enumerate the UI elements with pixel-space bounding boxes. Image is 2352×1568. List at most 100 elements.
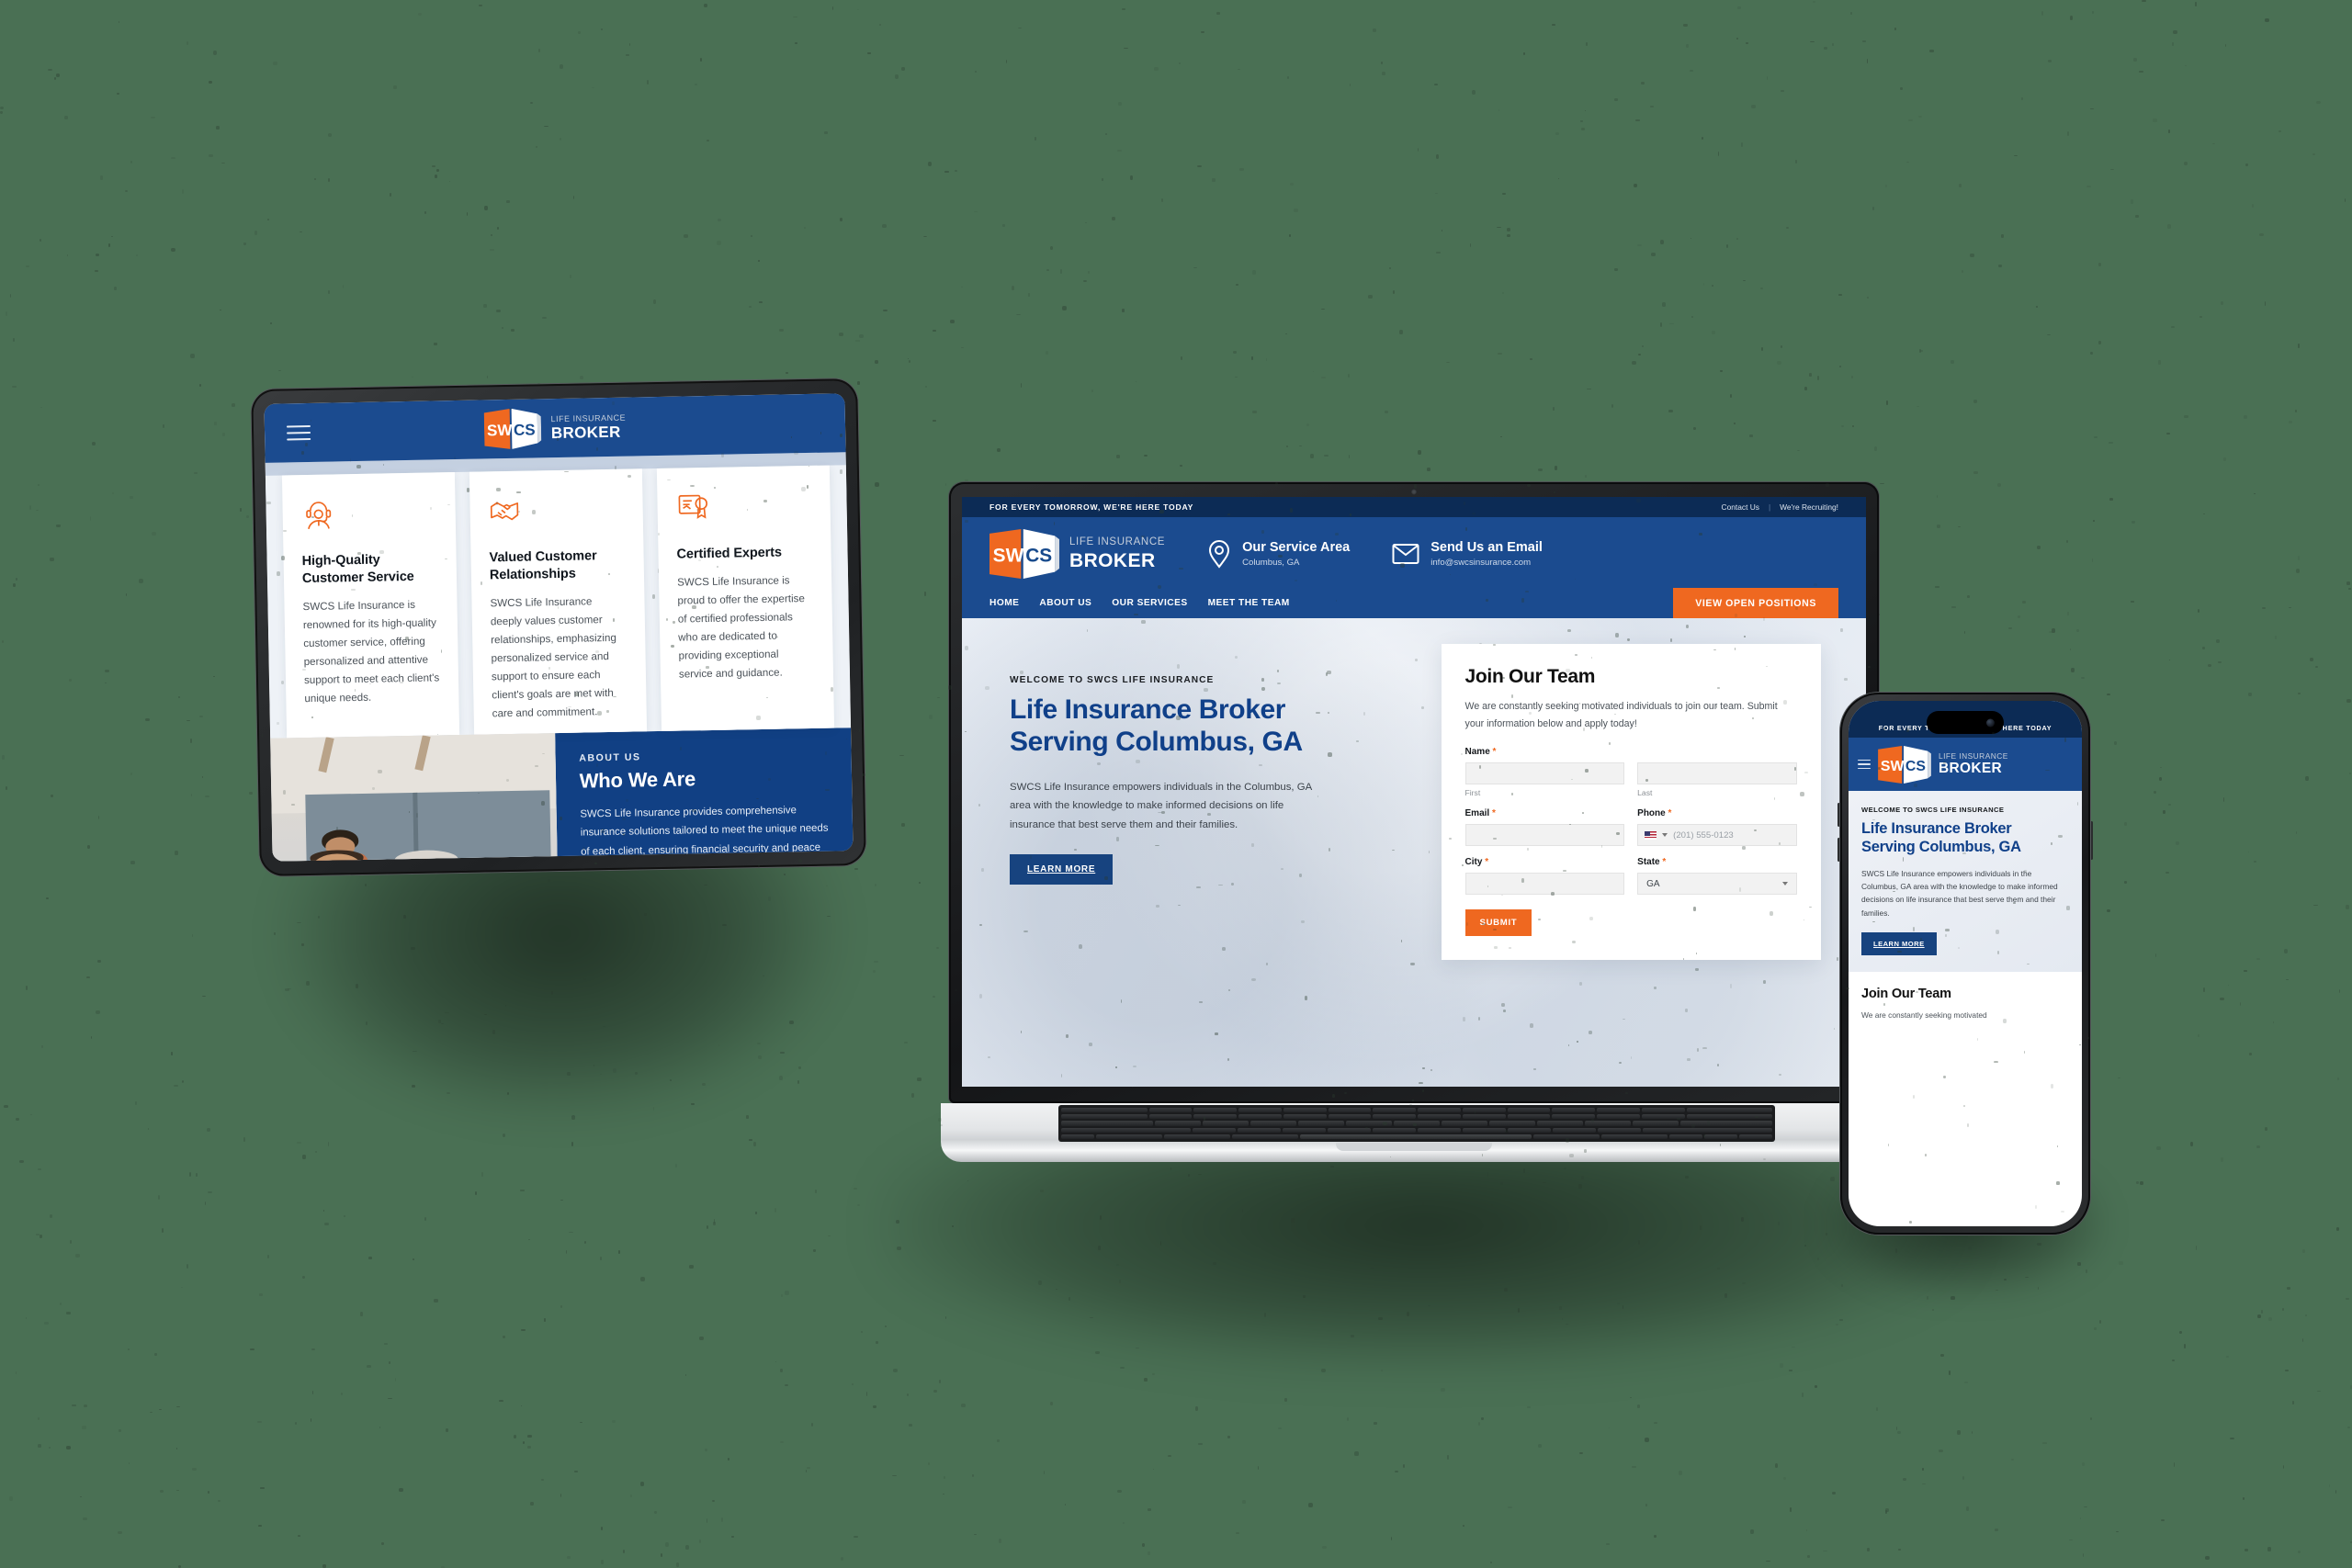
submit-button[interactable]: SUBMIT xyxy=(1465,909,1532,936)
form-title: Join Our Team xyxy=(1861,987,2069,1001)
svg-text:CS: CS xyxy=(1025,546,1052,567)
phone-label-text: Phone xyxy=(1637,808,1666,818)
tablet-about-section: ABOUT US Who We Are SWCS Life Insurance … xyxy=(270,728,853,862)
phone-screen: FOR EVERY TOMORROW, WE'RE HERE TODAY SW … xyxy=(1849,701,2082,1226)
form-title: Join Our Team xyxy=(1465,666,1797,688)
required-asterisk: * xyxy=(1485,857,1488,867)
service-area-value: Columbus, GA xyxy=(1242,558,1350,568)
phone-bezel: FOR EVERY TOMORROW, WE'RE HERE TODAY SW … xyxy=(1840,693,2090,1235)
phone-join-our-team-form: Join Our Team We are constantly seeking … xyxy=(1849,972,2082,1036)
hero-heading: Life Insurance Broker Serving Columbus, … xyxy=(1861,819,2069,856)
tablet-site-header: SW CS LIFE INSURANCE BROKER xyxy=(264,393,845,463)
required-asterisk: * xyxy=(1662,857,1666,867)
nav-item-meet-the-team[interactable]: MEET THE TEAM xyxy=(1208,598,1290,608)
last-name-input[interactable] xyxy=(1637,762,1797,784)
brand-wordmark: LIFE INSURANCE BROKER xyxy=(551,414,627,441)
about-family-photo xyxy=(270,733,559,862)
svg-text:SW: SW xyxy=(1881,759,1905,774)
service-area-block[interactable]: Our Service Area Columbus, GA xyxy=(1207,539,1350,569)
hero-copy: WELCOME TO SWCS LIFE INSURANCE Life Insu… xyxy=(962,618,1442,1087)
feature-card[interactable]: Certified Experts SWCS Life Insurance is… xyxy=(657,466,834,731)
hamburger-menu-icon[interactable] xyxy=(287,421,311,445)
contact-us-link[interactable]: Contact Us xyxy=(1722,502,1759,512)
site-logo[interactable]: SW CS LIFE INSURANCE BROKER xyxy=(483,407,626,450)
phone-site-header: SW CS LIFE INSURANCE BROKER xyxy=(1849,738,2082,791)
hamburger-menu-icon[interactable] xyxy=(1858,757,1871,773)
about-heading: Who We Are xyxy=(580,765,829,794)
site-logo[interactable]: SW CS LIFE INSURANCE BROKER xyxy=(1878,746,2008,784)
city-label-text: City xyxy=(1465,857,1483,867)
us-flag-icon xyxy=(1645,831,1657,840)
tablet-bezel: SW CS LIFE INSURANCE BROKER High-Quality… xyxy=(251,378,866,876)
main-nav: HOME ABOUT US OUR SERVICES MEET THE TEAM xyxy=(989,598,1290,608)
nav-item-our-services[interactable]: OUR SERVICES xyxy=(1112,598,1187,608)
hero-body: SWCS Life Insurance empowers individuals… xyxy=(1861,867,2069,919)
site-header: SW CS LIFE INSURANCE BROKER Our Service … xyxy=(962,517,1866,618)
learn-more-button[interactable]: LEARN MORE xyxy=(1010,854,1113,885)
svg-text:CS: CS xyxy=(1905,759,1926,774)
nav-item-about-us[interactable]: ABOUT US xyxy=(1039,598,1091,608)
feature-card-title: Valued Customer Relationships xyxy=(489,547,626,585)
view-open-positions-button[interactable]: VIEW OPEN POSITIONS xyxy=(1673,588,1838,619)
city-label: City * xyxy=(1465,857,1625,867)
chevron-down-icon[interactable] xyxy=(1662,833,1668,837)
service-area-title: Our Service Area xyxy=(1242,540,1350,556)
required-asterisk: * xyxy=(1492,808,1496,818)
email-label: Email * xyxy=(1465,808,1625,818)
swcs-logo-mark: SW CS xyxy=(483,408,541,449)
utility-links: Contact Us | We're Recruiting! xyxy=(1722,502,1838,512)
main-nav-row: HOME ABOUT US OUR SERVICES MEET THE TEAM… xyxy=(989,588,1838,618)
email-block[interactable]: Send Us an Email info@swcsinsurance.com xyxy=(1392,540,1543,568)
map-pin-icon xyxy=(1207,539,1231,569)
about-text-panel: ABOUT US Who We Are SWCS Life Insurance … xyxy=(555,728,854,862)
nav-item-home[interactable]: HOME xyxy=(989,598,1019,608)
envelope-icon xyxy=(1392,543,1419,565)
hero-body: SWCS Life Insurance empowers individuals… xyxy=(1010,778,1313,834)
hero-heading-line-2: Serving Columbus, GA xyxy=(1010,727,1303,757)
feature-card[interactable]: Valued Customer Relationships SWCS Life … xyxy=(469,468,647,734)
phone-input[interactable]: (201) 555-0123 xyxy=(1637,824,1797,846)
laptop-screen: FOR EVERY TOMORROW, WE'RE HERE TODAY Con… xyxy=(962,497,1866,1087)
laptop-device: FOR EVERY TOMORROW, WE'RE HERE TODAY Con… xyxy=(941,482,1887,1199)
brand-wordmark: LIFE INSURANCE BROKER xyxy=(1069,537,1165,570)
swcs-logo-mark: SW CS xyxy=(1878,746,1931,784)
state-selected-value: GA xyxy=(1646,879,1659,889)
site-tagline: FOR EVERY TOMORROW, WE'RE HERE TODAY xyxy=(989,502,1193,512)
svg-text:SW: SW xyxy=(487,422,514,440)
phone-label: Phone * xyxy=(1637,808,1797,818)
keyboard-row xyxy=(1061,1108,1772,1112)
phone-placeholder: (201) 555-0123 xyxy=(1673,830,1734,840)
svg-text:SW: SW xyxy=(993,546,1024,567)
name-label: Name * xyxy=(1465,747,1797,757)
phone-hero-section: WELCOME TO SWCS LIFE INSURANCE Life Insu… xyxy=(1849,791,2082,972)
first-name-sublabel: First xyxy=(1465,788,1625,797)
hero-section: WELCOME TO SWCS LIFE INSURANCE Life Insu… xyxy=(962,618,1866,1087)
state-select[interactable]: GA xyxy=(1637,873,1797,895)
dynamic-island xyxy=(1927,711,2004,734)
keyboard-row xyxy=(1061,1121,1772,1125)
email-input[interactable] xyxy=(1465,824,1625,846)
feature-card-body: SWCS Life Insurance is proud to offer th… xyxy=(677,571,815,683)
first-name-input[interactable] xyxy=(1465,762,1625,784)
feature-card[interactable]: High-Quality Customer Service SWCS Life … xyxy=(282,472,459,738)
recruiting-link[interactable]: We're Recruiting! xyxy=(1780,502,1838,512)
site-logo[interactable]: SW CS LIFE INSURANCE BROKER xyxy=(989,529,1165,579)
feature-card-title: Certified Experts xyxy=(676,544,812,564)
brand-line-1: LIFE INSURANCE xyxy=(1939,752,2008,760)
power-button[interactable] xyxy=(2090,821,2093,860)
keyboard-row xyxy=(1061,1114,1772,1119)
webcam-icon xyxy=(1411,489,1418,495)
link-separator: | xyxy=(1769,502,1770,512)
tablet-feature-cards: High-Quality Customer Service SWCS Life … xyxy=(266,465,851,739)
required-asterisk: * xyxy=(1493,747,1497,757)
learn-more-button[interactable]: LEARN MORE xyxy=(1861,932,1937,955)
hero-heading-line-1: Life Insurance Broker xyxy=(1010,694,1285,725)
laptop-base xyxy=(941,1103,1887,1162)
hero-kicker: WELCOME TO SWCS LIFE INSURANCE xyxy=(1010,675,1442,685)
tablet-device: SW CS LIFE INSURANCE BROKER High-Quality… xyxy=(251,378,866,876)
form-subtitle: We are constantly seeking motivated xyxy=(1861,1009,2069,1021)
headset-agent-icon xyxy=(300,496,336,532)
certificate-icon xyxy=(675,490,711,525)
city-input[interactable] xyxy=(1465,873,1625,895)
email-label-text: Email xyxy=(1465,808,1490,818)
